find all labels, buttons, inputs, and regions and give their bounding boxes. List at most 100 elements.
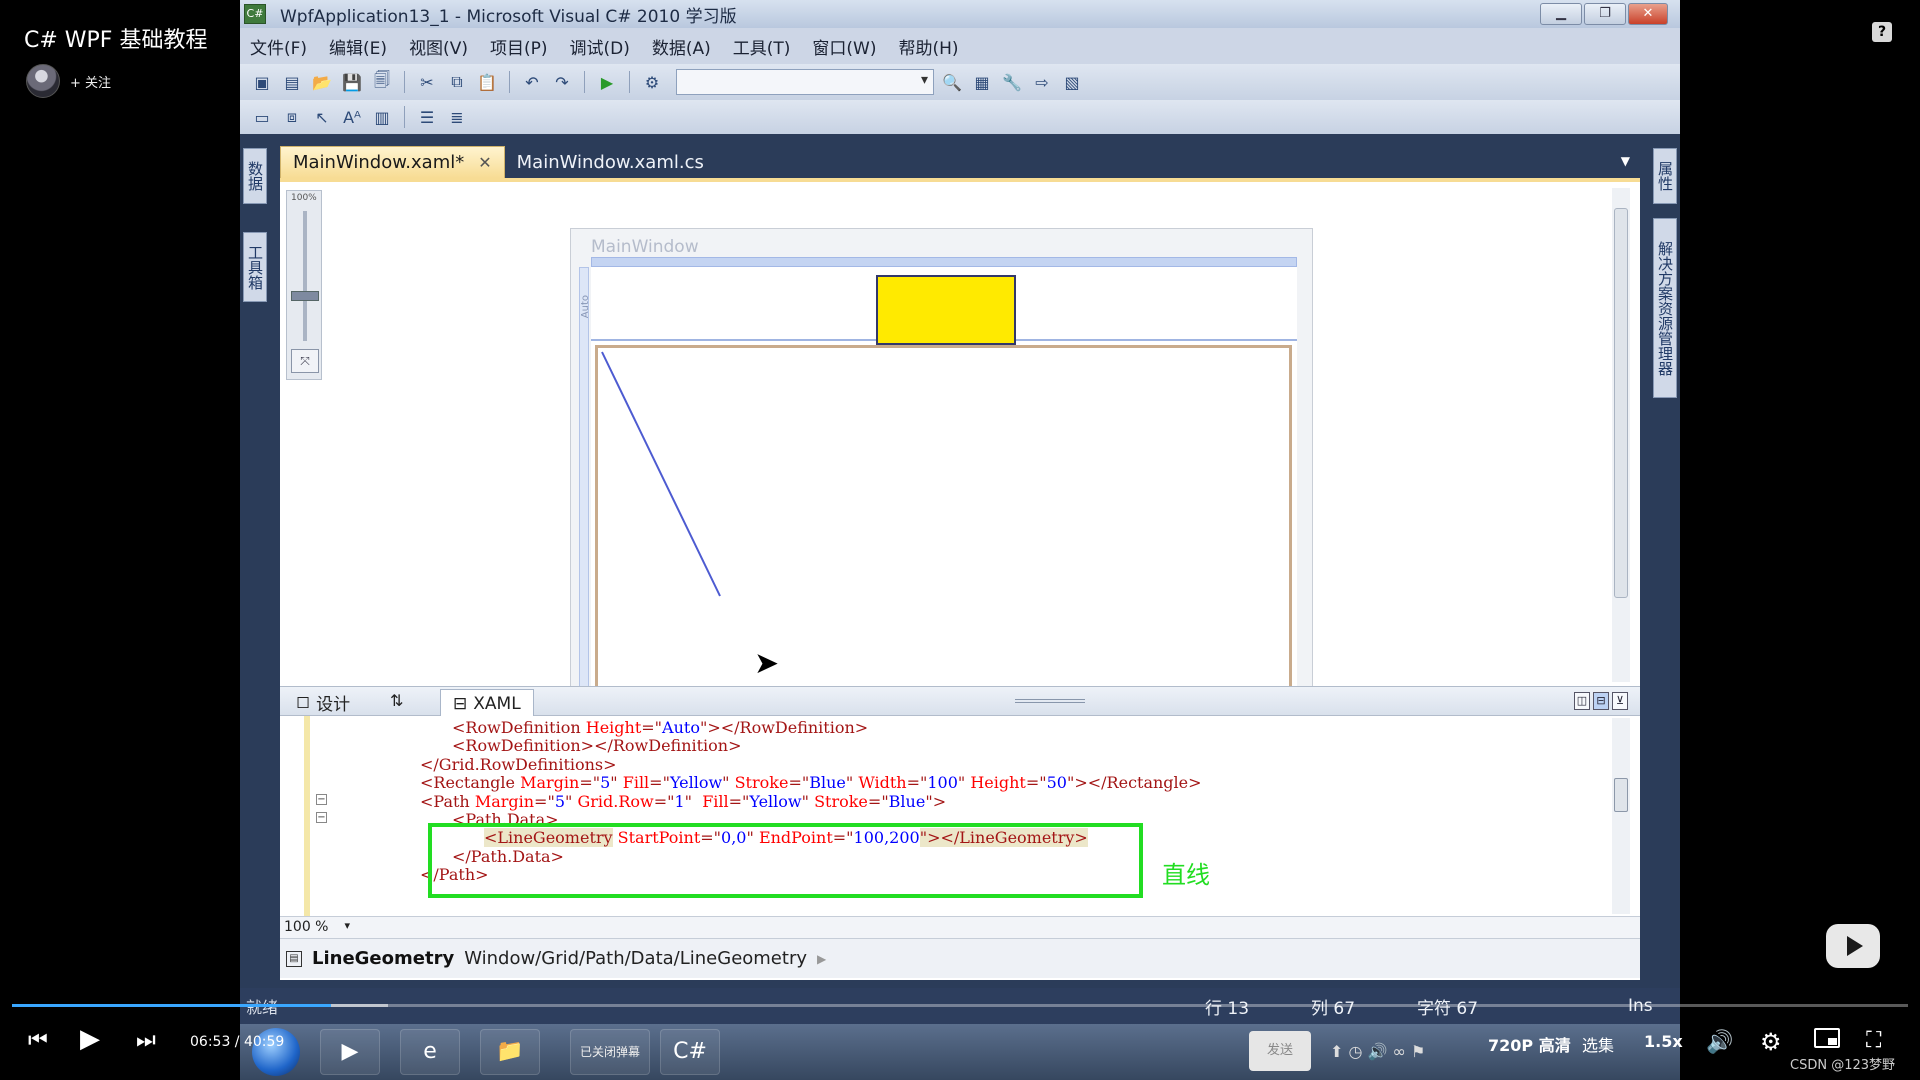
code-line[interactable]: <RowDefinition></RowDefinition> (452, 736, 742, 755)
properties-window-icon[interactable]: ▦ (970, 71, 994, 93)
breadcrumb-element[interactable]: LineGeometry (312, 948, 454, 969)
vertical-split-icon[interactable]: ◫ (1574, 692, 1590, 710)
next-icon[interactable]: ⏭ (136, 1028, 156, 1053)
tab-design[interactable]: ◻ 设计 (286, 689, 360, 715)
layout-icon[interactable]: ▭ (250, 106, 274, 128)
episodes-button[interactable]: 选集 (1582, 1032, 1614, 1056)
scroll-thumb[interactable] (1614, 778, 1628, 812)
ie-icon[interactable]: e (400, 1029, 460, 1075)
chevron-right-icon[interactable]: ▶ (817, 952, 826, 966)
horizontal-split-icon[interactable]: ⊟ (1593, 692, 1609, 710)
breadcrumb-path[interactable]: Window/Grid/Path/Data/LineGeometry (464, 948, 807, 969)
save-all-icon[interactable]: 🗐 (370, 70, 394, 93)
follow-button[interactable]: + 关注 (70, 72, 111, 91)
code-line[interactable]: <RowDefinition Height="Auto"></RowDefini… (452, 718, 868, 737)
extension-manager-icon[interactable]: ▧ (1060, 71, 1084, 93)
add-item-icon[interactable]: ▤ (280, 71, 304, 93)
tab-mainwindow-xaml[interactable]: MainWindow.xaml* ✕ (280, 146, 505, 178)
restore-button[interactable]: ❐ (1584, 3, 1626, 25)
collapse-icon[interactable]: − (316, 794, 327, 805)
previous-icon[interactable]: ⏮ (28, 1028, 48, 1053)
new-project-icon[interactable]: ▣ (250, 71, 274, 93)
paste-icon[interactable]: 📋 (475, 71, 499, 93)
start-debug-icon[interactable]: ▶ (595, 71, 619, 93)
find-icon[interactable]: 🔍 (940, 71, 964, 93)
code-line[interactable]: <Path Margin="5" Grid.Row="1" Fill="Yell… (420, 792, 946, 811)
close-icon[interactable]: ✕ (478, 153, 491, 172)
code-line[interactable]: </Grid.RowDefinitions> (420, 755, 617, 774)
danmaku-toggle[interactable]: 已关闭弹幕 (570, 1029, 650, 1075)
progress-bar[interactable] (12, 1004, 1908, 1007)
help-icon[interactable]: ? (1872, 22, 1892, 42)
play-icon[interactable]: ▶ (80, 1024, 100, 1054)
tab-mainwindow-xaml-cs[interactable]: MainWindow.xaml.cs (505, 146, 716, 178)
speed-button[interactable]: 1.5x (1644, 1032, 1683, 1051)
toolbox-icon[interactable]: 🔧 (1000, 71, 1024, 93)
media-player-icon[interactable]: ▶ (320, 1029, 380, 1075)
explorer-icon[interactable]: 📁 (480, 1029, 540, 1075)
dock-tab-solution-explorer[interactable]: 解决方案资源管理器 (1653, 218, 1677, 398)
cut-icon[interactable]: ✂ (415, 71, 439, 93)
settings-icon[interactable]: ⚙ (1760, 1028, 1782, 1056)
minimize-button[interactable]: ▁ (1540, 3, 1582, 25)
chevron-down-icon[interactable]: ▼ (1621, 154, 1630, 168)
comment-icon[interactable]: ≣ (445, 106, 469, 128)
toolbar-separator (509, 71, 510, 93)
split-view-buttons: ◫ ⊟ ⊻ (1574, 692, 1628, 710)
avatar[interactable] (26, 64, 60, 98)
tab-xaml[interactable]: ⊟ XAML (440, 689, 534, 717)
vs-menubar: 文件(F) 编辑(E) 视图(V) 项目(P) 调试(D) 数据(A) 工具(T… (240, 28, 1680, 64)
close-button[interactable]: ✕ (1628, 3, 1668, 25)
collapse-pane-icon[interactable]: ⊻ (1612, 692, 1628, 710)
toolbar-separator (629, 71, 630, 93)
menu-view[interactable]: 视图(V) (409, 34, 468, 59)
code-scrollbar[interactable] (1612, 718, 1630, 914)
line-geometry-canvas (601, 351, 721, 597)
menu-edit[interactable]: 编辑(E) (329, 34, 387, 59)
format-icon[interactable]: ▥ (370, 106, 394, 128)
volume-icon[interactable]: 🔊 (1706, 1030, 1733, 1055)
solution-config-dropdown[interactable] (676, 69, 934, 95)
danmaku-send-button[interactable]: 发送 (1249, 1031, 1311, 1071)
code-zoom-dropdown[interactable]: 100 % (284, 919, 354, 937)
breadcrumb: ▤ LineGeometry Window/Grid/Path/Data/Lin… (280, 938, 1640, 978)
indent-icon[interactable]: ☰ (415, 106, 439, 128)
save-icon[interactable]: 💾 (340, 71, 364, 93)
menu-data[interactable]: 数据(A) (652, 34, 711, 59)
swap-panes-icon[interactable]: ⇅ (390, 691, 403, 710)
menu-tools[interactable]: 工具(T) (733, 34, 791, 59)
select-icon[interactable]: ↖ (310, 106, 334, 128)
font-size-icon[interactable]: Aᴬ (340, 106, 364, 128)
dock-tab-properties[interactable]: 属性 (1653, 148, 1677, 204)
undo-icon[interactable]: ↶ (520, 71, 544, 93)
menu-help[interactable]: 帮助(H) (899, 34, 959, 59)
menu-window[interactable]: 窗口(W) (812, 34, 876, 59)
solution-config-icon[interactable]: ⚙ (640, 71, 664, 93)
quality-button[interactable]: 720P 高清 (1488, 1032, 1571, 1056)
collapse-icon[interactable]: − (316, 812, 327, 823)
layout-toolbar: ▭ ⧈ ↖ Aᴬ ▥ ☰ ≣ (240, 100, 1680, 134)
align-icon[interactable]: ⧈ (280, 106, 304, 128)
code-line[interactable]: <Rectangle Margin="5" Fill="Yellow" Stro… (420, 773, 1202, 792)
toolbar-separator (584, 71, 585, 93)
menu-debug[interactable]: 调试(D) (570, 34, 630, 59)
wpf-designer[interactable]: 100% ⤧ MainWindow Auto ➤ (280, 182, 1640, 686)
splitter-grip[interactable] (1015, 699, 1085, 703)
menu-project[interactable]: 项目(P) (490, 34, 548, 59)
picture-in-picture-icon[interactable] (1814, 1028, 1840, 1048)
start-page-icon[interactable]: ⇨ (1030, 71, 1054, 93)
open-folder-icon[interactable]: 📂 (310, 71, 334, 93)
dock-tab-toolbox[interactable]: 工具箱 (243, 232, 267, 302)
progress-played (12, 1004, 331, 1007)
designer-scrollbar[interactable] (1612, 188, 1630, 682)
redo-icon[interactable]: ↷ (550, 71, 574, 93)
xaml-view-icon: ⊟ (453, 693, 468, 714)
copy-icon[interactable]: ⧉ (445, 71, 469, 93)
fullscreen-icon[interactable]: ⛶ (1866, 1028, 1881, 1053)
scroll-thumb[interactable] (1614, 208, 1628, 598)
menu-file[interactable]: 文件(F) (250, 34, 307, 59)
visual-csharp-icon[interactable]: C# (660, 1029, 720, 1075)
dock-tab-data-sources[interactable]: 数据源 (240, 148, 267, 204)
video-title: C# WPF 基础教程 (24, 28, 208, 53)
line-geometry (601, 351, 721, 597)
